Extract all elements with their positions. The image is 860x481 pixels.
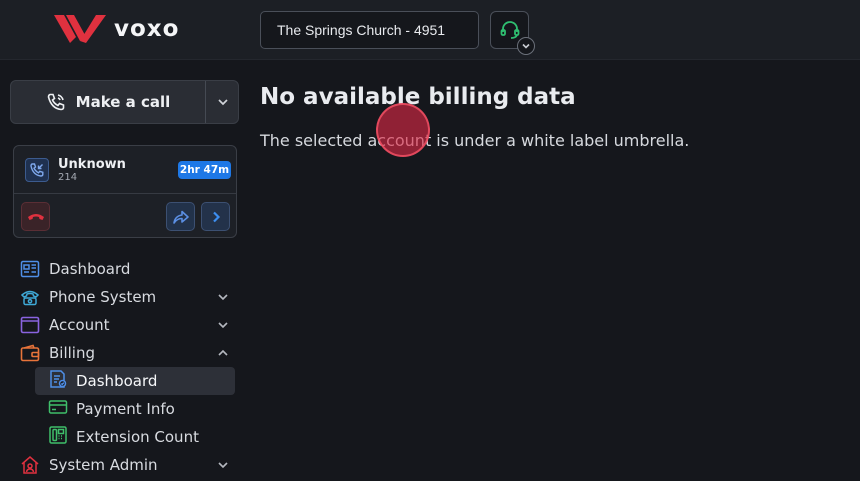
expand-call-button[interactable] (201, 202, 230, 231)
hang-up-icon (27, 213, 44, 220)
sidebar-item-label: Extension Count (76, 428, 199, 446)
empty-state-message: The selected account is under a white la… (260, 131, 690, 150)
phone-icon (47, 93, 64, 111)
credit-card-icon (48, 398, 68, 420)
sidebar-subitem-extension-count[interactable]: Extension Count (35, 423, 235, 451)
sidebar-item-dashboard[interactable]: Dashboard (20, 255, 236, 282)
hang-up-button[interactable] (21, 202, 50, 231)
headset-icon (500, 21, 519, 39)
sidebar-subitem-payment-info[interactable]: Payment Info (35, 395, 235, 423)
sidebar-item-phone-system[interactable]: Phone System (20, 283, 236, 310)
caller-name: Unknown (58, 157, 126, 172)
make-call-dropdown[interactable] (206, 81, 239, 123)
top-bar: voxo The Springs Church - 4951 (0, 0, 860, 60)
sidebar-item-label: Account (49, 315, 110, 334)
sidebar-item-account[interactable]: Account (20, 311, 236, 338)
voxo-logo-mark-icon (54, 15, 106, 43)
extension-count-icon (48, 425, 68, 449)
make-call-label: Make a call (75, 93, 171, 111)
click-indicator (376, 103, 430, 157)
caller-extension: 214 (58, 172, 78, 183)
phone-incoming-icon (30, 163, 44, 177)
chevron-down-icon (218, 294, 228, 301)
sidebar-item-label: Phone System (49, 287, 157, 306)
chevron-down-icon (218, 322, 228, 329)
chevron-down-icon (218, 462, 228, 469)
wallet-icon (20, 343, 40, 363)
chevron-down-icon (217, 99, 228, 106)
sidebar-item-label: System Admin (49, 455, 158, 474)
dashboard-icon (20, 259, 40, 279)
sidebar-item-label: Dashboard (76, 372, 158, 390)
sidebar-item-label: Payment Info (76, 400, 175, 418)
page-title: No available billing data (260, 84, 576, 110)
system-admin-icon (20, 455, 40, 475)
account-selector[interactable]: The Springs Church - 4951 (260, 11, 479, 49)
sidebar-subitem-billing-dashboard[interactable]: Dashboard (35, 367, 235, 395)
chevron-up-icon (218, 349, 228, 356)
sidebar-item-billing[interactable]: Billing (20, 339, 236, 366)
sidebar-item-label: Dashboard (49, 259, 131, 278)
chevron-down-icon (522, 43, 530, 49)
voxo-logo[interactable]: voxo (52, 13, 179, 45)
make-call-button[interactable]: Make a call (11, 81, 205, 123)
active-call-card: Unknown 214 2hr 47m (13, 145, 237, 238)
transfer-arrow-icon (172, 210, 189, 224)
sidebar-item-label: Billing (49, 343, 95, 362)
account-icon (20, 315, 40, 335)
chevron-right-icon (212, 211, 220, 222)
call-status-icon (25, 158, 49, 182)
billing-dashboard-icon (48, 369, 68, 393)
brand-name: voxo (114, 16, 180, 42)
call-duration-badge: 2hr 47m (178, 161, 231, 179)
sidebar-item-system-admin[interactable]: System Admin (20, 451, 236, 478)
make-call-button-group: Make a call (10, 80, 239, 124)
phone-system-icon (20, 287, 40, 307)
divider (14, 193, 236, 194)
transfer-call-button[interactable] (166, 202, 195, 231)
account-selector-value: The Springs Church - 4951 (277, 22, 446, 38)
support-menu-toggle[interactable] (517, 37, 535, 55)
